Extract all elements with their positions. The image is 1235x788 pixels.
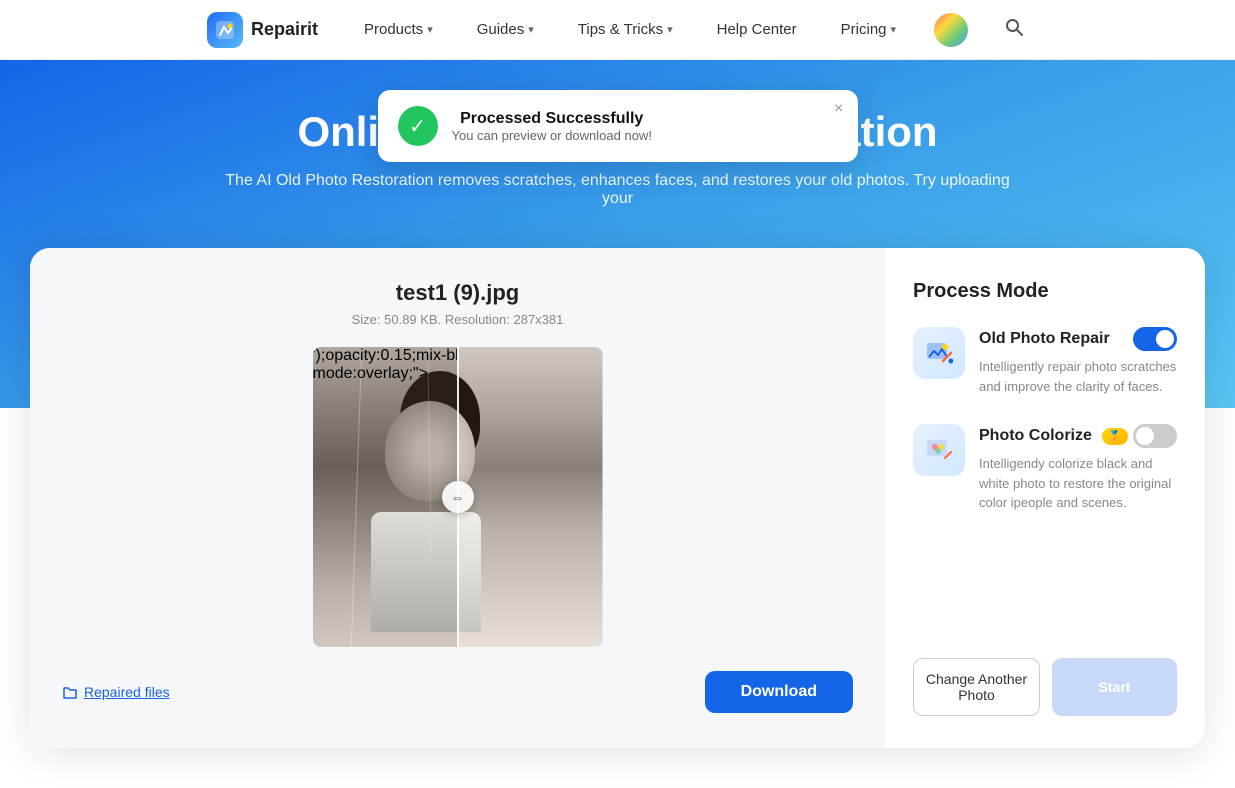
photo-colorize-info: Photo Colorize 🏅 Intelligendy colorize b… — [979, 424, 1177, 513]
nav-tips[interactable]: Tips & Tricks ▾ — [572, 17, 679, 42]
nav-help-label: Help Center — [717, 21, 797, 38]
photo-comparison[interactable]: ');opacity:0.15;mix-blend-mode:overlay;"… — [313, 347, 603, 647]
repaired-link-text: Repaired files — [84, 684, 170, 700]
comparison-handle[interactable]: ⇔ — [442, 481, 474, 513]
process-mode-title: Process Mode — [913, 280, 1177, 303]
logo-icon — [207, 12, 243, 48]
file-name: test1 (9).jpg — [396, 280, 519, 306]
hero-subtitle: The AI Old Photo Restoration removes scr… — [218, 172, 1018, 208]
photo-colorize-toggle[interactable] — [1133, 424, 1177, 448]
nav-pricing-label: Pricing — [841, 21, 887, 38]
toast-close-button[interactable]: × — [834, 100, 843, 118]
mode-photo-colorize: Photo Colorize 🏅 Intelligendy colorize b… — [913, 424, 1177, 513]
download-button[interactable]: Download — [705, 671, 853, 713]
guides-chevron-icon: ▾ — [528, 23, 534, 36]
old-photo-repair-desc: Intelligently repair photo scratches and… — [979, 357, 1177, 396]
file-meta: Size: 50.89 KB. Resolution: 287x381 — [352, 312, 564, 327]
tips-chevron-icon: ▾ — [667, 23, 673, 36]
avatar[interactable] — [934, 13, 968, 47]
main-card: test1 (9).jpg Size: 50.89 KB. Resolution… — [30, 248, 1205, 748]
logo-text: Repairit — [251, 19, 318, 40]
toast-wrapper: ✓ Processed Successfully You can preview… — [378, 90, 858, 162]
card-right-panel: Process Mode Old Photo Repair — [885, 248, 1205, 748]
toast-subtitle: You can preview or download now! — [452, 128, 652, 143]
old-photo-repair-icon-box — [913, 327, 965, 379]
main-section: test1 (9).jpg Size: 50.89 KB. Resolution… — [0, 248, 1235, 788]
photo-colorize-name: Photo Colorize — [979, 427, 1092, 445]
nav-pricing[interactable]: Pricing ▾ — [835, 17, 902, 42]
folder-icon — [62, 684, 78, 700]
logo[interactable]: Repairit — [207, 12, 318, 48]
toast: ✓ Processed Successfully You can preview… — [378, 90, 858, 162]
success-icon: ✓ — [398, 106, 438, 146]
old-photo-repair-icon — [925, 339, 953, 367]
old-photo-repair-toggle[interactable] — [1133, 327, 1177, 351]
right-buttons: Change Another Photo Start — [913, 658, 1177, 716]
old-photo-repair-header: Old Photo Repair — [979, 327, 1177, 351]
nav-guides[interactable]: Guides ▾ — [471, 17, 540, 42]
mode-old-photo-repair: Old Photo Repair Intelligently repair ph… — [913, 327, 1177, 396]
toast-title: Processed Successfully — [452, 110, 652, 128]
nav-tips-label: Tips & Tricks — [578, 21, 663, 38]
start-button[interactable]: Start — [1052, 658, 1177, 716]
card-left-panel: test1 (9).jpg Size: 50.89 KB. Resolution… — [30, 248, 885, 748]
pricing-chevron-icon: ▾ — [891, 23, 897, 36]
old-photo-repair-name: Old Photo Repair — [979, 330, 1110, 348]
search-icon[interactable] — [1000, 13, 1028, 46]
old-photo-repair-info: Old Photo Repair Intelligently repair ph… — [979, 327, 1177, 396]
photo-colorize-desc: Intelligendy colorize black and white ph… — [979, 454, 1177, 513]
nav-guides-label: Guides — [477, 21, 525, 38]
handle-icon: ⇔ — [451, 489, 465, 505]
change-another-photo-button[interactable]: Change Another Photo — [913, 658, 1040, 716]
repaired-files-link[interactable]: Repaired files — [62, 684, 170, 700]
nav-products-label: Products — [364, 21, 423, 38]
photo-colorize-header: Photo Colorize 🏅 — [979, 424, 1177, 448]
premium-badge: 🏅 — [1102, 428, 1128, 445]
card-left-bottom: Repaired files Download — [62, 671, 853, 713]
products-chevron-icon: ▾ — [427, 23, 433, 36]
photo-colorize-icon — [925, 436, 953, 464]
nav-help[interactable]: Help Center — [711, 17, 803, 42]
navbar: Repairit Products ▾ Guides ▾ Tips & Tric… — [0, 0, 1235, 60]
nav-products[interactable]: Products ▾ — [358, 17, 439, 42]
photo-colorize-icon-box — [913, 424, 965, 476]
toast-text: Processed Successfully You can preview o… — [452, 110, 652, 143]
